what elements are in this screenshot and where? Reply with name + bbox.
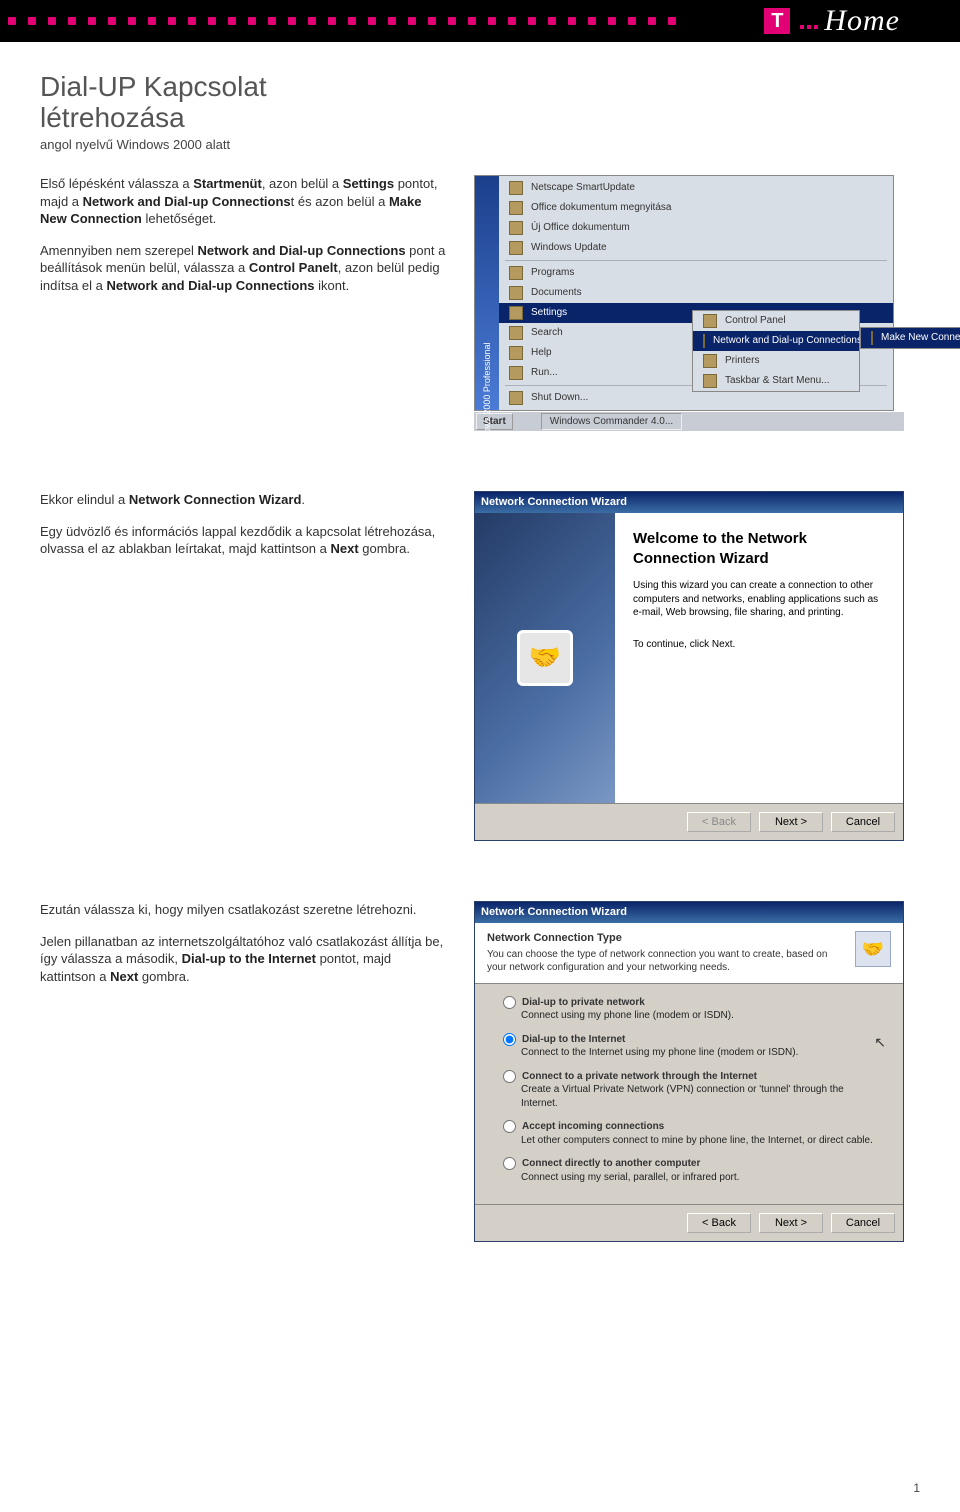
menu-icon xyxy=(509,181,523,195)
window-title: Network Connection Wizard xyxy=(475,902,903,923)
wizard-continue-text: To continue, click Next. xyxy=(633,638,885,652)
radio-input[interactable] xyxy=(503,1157,516,1170)
title-line2: létrehozása xyxy=(40,103,920,134)
option-direct[interactable]: Connect directly to another computer Con… xyxy=(503,1157,875,1184)
header-dots xyxy=(0,14,700,28)
wizard-body-text: Using this wizard you can create a conne… xyxy=(633,579,885,620)
printer-icon xyxy=(703,354,717,368)
handshake-icon: 🤝 xyxy=(517,630,573,686)
wizard-step-title: Network Connection Type xyxy=(487,931,843,946)
settings-submenu: Control Panel Network and Dial-up Connec… xyxy=(692,310,860,392)
make-new-connection-submenu: Make New Connection xyxy=(860,327,960,349)
submenu-printers[interactable]: Printers xyxy=(693,351,859,371)
menu-icon xyxy=(509,241,523,255)
radio-input[interactable] xyxy=(503,1120,516,1133)
screenshot-startmenu: Windows 2000 Professional Netscape Smart… xyxy=(474,175,904,431)
menu-item[interactable]: Netscape SmartUpdate xyxy=(499,178,893,198)
option-dialup-internet[interactable]: Dial-up to the Internet Connect to the I… xyxy=(503,1033,875,1060)
back-button[interactable]: < Back xyxy=(687,1213,751,1233)
menu-item[interactable]: Új Office dokumentum xyxy=(499,218,893,238)
search-icon xyxy=(509,326,523,340)
submenu-taskbar[interactable]: Taskbar & Start Menu... xyxy=(693,371,859,391)
page-title: Dial-UP Kapcsolat létrehozása xyxy=(40,72,920,134)
brand: T Home xyxy=(764,0,900,42)
t-logo-icon: T xyxy=(764,8,790,34)
screenshot-wizard-welcome: Network Connection Wizard 🤝 Welcome to t… xyxy=(474,491,904,841)
connection-icon xyxy=(871,331,873,345)
gear-icon xyxy=(509,306,523,320)
option-vpn[interactable]: Connect to a private network through the… xyxy=(503,1070,875,1111)
radio-input[interactable] xyxy=(503,1070,516,1083)
wizard-heading: Welcome to the Network Connection Wizard xyxy=(633,529,885,570)
menu-item-programs[interactable]: Programs xyxy=(499,263,893,283)
next-button[interactable]: Next > xyxy=(759,812,823,832)
power-icon xyxy=(509,391,523,405)
help-icon xyxy=(509,346,523,360)
folder-icon xyxy=(509,286,523,300)
wizard-side-graphic: 🤝 xyxy=(475,513,615,803)
title-line1: Dial-UP Kapcsolat xyxy=(40,71,267,102)
cancel-button[interactable]: Cancel xyxy=(831,812,895,832)
taskbar-app[interactable]: Windows Commander 4.0... xyxy=(541,413,682,431)
brand-dots-icon xyxy=(800,13,818,29)
radio-input[interactable] xyxy=(503,996,516,1009)
taskbar-icon xyxy=(703,374,717,388)
run-icon xyxy=(509,366,523,380)
startmenu-brand-band: Windows 2000 Professional xyxy=(475,176,499,410)
taskbar: Start Windows Commander 4.0... xyxy=(474,411,904,431)
menu-icon xyxy=(509,221,523,235)
menu-icon xyxy=(509,201,523,215)
handshake-icon: 🤝 xyxy=(855,931,891,967)
screenshot-wizard-type: Network Connection Wizard Network Connec… xyxy=(474,901,904,1242)
menu-item-documents[interactable]: Documents xyxy=(499,283,893,303)
page-header: T Home xyxy=(0,0,960,42)
menu-item[interactable]: Windows Update xyxy=(499,238,893,258)
folder-icon xyxy=(509,266,523,280)
option-dialup-private[interactable]: Dial-up to private network Connect using… xyxy=(503,996,875,1023)
next-button[interactable]: Next > xyxy=(759,1213,823,1233)
control-panel-icon xyxy=(703,314,717,328)
window-title: Network Connection Wizard xyxy=(475,492,903,513)
menu-separator xyxy=(505,260,887,261)
network-icon xyxy=(703,334,705,348)
back-button: < Back xyxy=(687,812,751,832)
option-incoming[interactable]: Accept incoming connections Let other co… xyxy=(503,1120,875,1147)
radio-input[interactable] xyxy=(503,1033,516,1046)
submenu-network-dialup[interactable]: Network and Dial-up Connections xyxy=(693,331,859,351)
submenu-make-new-connection[interactable]: Make New Connection xyxy=(861,328,960,348)
page-subtitle: angol nyelvű Windows 2000 alatt xyxy=(40,136,920,154)
brand-home-label: Home xyxy=(824,1,900,42)
wizard-step-subtitle: You can choose the type of network conne… xyxy=(487,948,843,975)
section3-text: Ezután válassza ki, hogy milyen csatlako… xyxy=(40,901,450,999)
section2-text: Ekkor elindul a Network Connection Wizar… xyxy=(40,491,450,572)
cancel-button[interactable]: Cancel xyxy=(831,1213,895,1233)
page-number: 1 xyxy=(913,1480,920,1496)
menu-item[interactable]: Office dokumentum megnyitása xyxy=(499,198,893,218)
submenu-control-panel[interactable]: Control Panel xyxy=(693,311,859,331)
section1-text: Első lépésként válassza a Startmenüt, az… xyxy=(40,175,450,308)
